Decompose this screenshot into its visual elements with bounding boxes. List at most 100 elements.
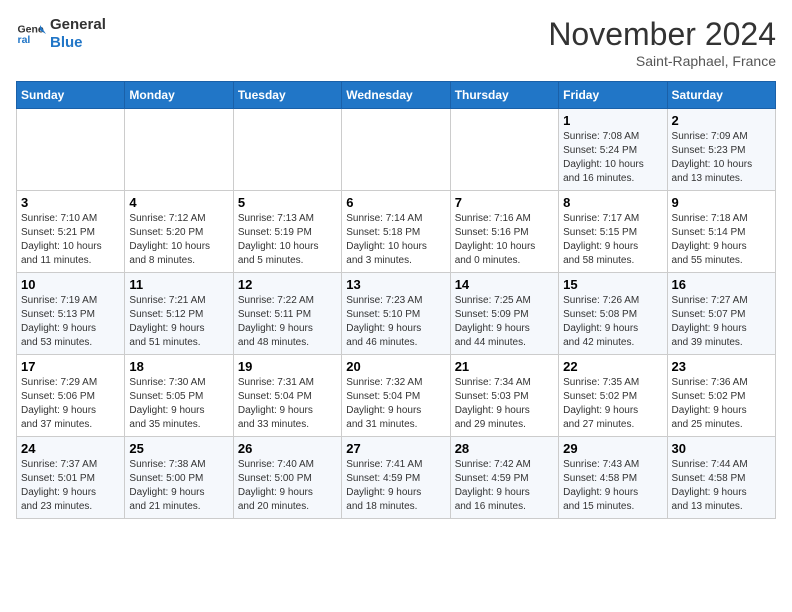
day-cell: 19 Sunrise: 7:31 AM Sunset: 5:04 PM Dayli… [233, 355, 341, 437]
day-info: Sunrise: 7:08 AM Sunset: 5:24 PM Dayligh… [563, 130, 662, 186]
day-info: Sunrise: 7:22 AM Sunset: 5:11 PM Dayligh… [238, 294, 337, 350]
day-cell: 30 Sunrise: 7:44 AM Sunset: 4:58 PM Dayli… [667, 437, 775, 519]
day-info: Sunrise: 7:19 AM Sunset: 5:13 PM Dayligh… [21, 294, 120, 350]
day-cell: 18 Sunrise: 7:30 AM Sunset: 5:05 PM Dayli… [125, 355, 233, 437]
day-number: 11 [129, 277, 228, 292]
week-row-2: 3Sunrise: 7:10 AM Sunset: 5:21 PM Daylig… [17, 191, 776, 273]
day-info: Sunrise: 7:38 AM Sunset: 5:00 PM Dayligh… [129, 458, 228, 514]
day-cell: 17 Sunrise: 7:29 AM Sunset: 5:06 PM Dayli… [17, 355, 125, 437]
day-cell: 5Sunrise: 7:13 AM Sunset: 5:19 PM Daylig… [233, 191, 341, 273]
day-cell: 21 Sunrise: 7:34 AM Sunset: 5:03 PM Dayli… [450, 355, 558, 437]
day-number: 4 [129, 195, 228, 210]
day-info: Sunrise: 7:40 AM Sunset: 5:00 PM Dayligh… [238, 458, 337, 514]
day-info: Sunrise: 7:44 AM Sunset: 4:58 PM Dayligh… [672, 458, 771, 514]
day-info: Sunrise: 7:16 AM Sunset: 5:16 PM Dayligh… [455, 212, 554, 268]
day-cell: 12 Sunrise: 7:22 AM Sunset: 5:11 PM Dayli… [233, 273, 341, 355]
day-cell [233, 109, 341, 191]
day-info: Sunrise: 7:18 AM Sunset: 5:14 PM Dayligh… [672, 212, 771, 268]
day-info: Sunrise: 7:26 AM Sunset: 5:08 PM Dayligh… [563, 294, 662, 350]
header-cell-friday: Friday [559, 82, 667, 109]
day-info: Sunrise: 7:34 AM Sunset: 5:03 PM Dayligh… [455, 376, 554, 432]
day-info: Sunrise: 7:25 AM Sunset: 5:09 PM Dayligh… [455, 294, 554, 350]
week-row-5: 24 Sunrise: 7:37 AM Sunset: 5:01 PM Dayli… [17, 437, 776, 519]
day-number: 7 [455, 195, 554, 210]
day-cell: 29Sunrise: 7:43 AM Sunset: 4:58 PM Dayli… [559, 437, 667, 519]
day-number: 17 [21, 359, 120, 374]
header-cell-wednesday: Wednesday [342, 82, 450, 109]
day-number: 22 [563, 359, 662, 374]
day-number: 26 [238, 441, 337, 456]
day-number: 3 [21, 195, 120, 210]
page-header: Gene ral General Blue November 2024 Sain… [16, 16, 776, 69]
day-cell: 22Sunrise: 7:35 AM Sunset: 5:02 PM Dayli… [559, 355, 667, 437]
header-cell-tuesday: Tuesday [233, 82, 341, 109]
week-row-3: 10 Sunrise: 7:19 AM Sunset: 5:13 PM Dayli… [17, 273, 776, 355]
day-cell: 8Sunrise: 7:17 AM Sunset: 5:15 PM Daylig… [559, 191, 667, 273]
day-cell: 28 Sunrise: 7:42 AM Sunset: 4:59 PM Dayli… [450, 437, 558, 519]
week-row-4: 17 Sunrise: 7:29 AM Sunset: 5:06 PM Dayli… [17, 355, 776, 437]
day-number: 25 [129, 441, 228, 456]
day-cell: 13Sunrise: 7:23 AM Sunset: 5:10 PM Dayli… [342, 273, 450, 355]
svg-text:ral: ral [18, 34, 31, 46]
header-cell-monday: Monday [125, 82, 233, 109]
day-cell [342, 109, 450, 191]
day-cell: 15 Sunrise: 7:26 AM Sunset: 5:08 PM Dayli… [559, 273, 667, 355]
title-area: November 2024 Saint-Raphael, France [548, 16, 776, 69]
day-cell: 20Sunrise: 7:32 AM Sunset: 5:04 PM Dayli… [342, 355, 450, 437]
day-number: 14 [455, 277, 554, 292]
day-info: Sunrise: 7:43 AM Sunset: 4:58 PM Dayligh… [563, 458, 662, 514]
day-number: 2 [672, 113, 771, 128]
day-info: Sunrise: 7:29 AM Sunset: 5:06 PM Dayligh… [21, 376, 120, 432]
logo: Gene ral General Blue [16, 16, 106, 52]
day-number: 21 [455, 359, 554, 374]
day-number: 10 [21, 277, 120, 292]
day-number: 9 [672, 195, 771, 210]
logo-text-blue: Blue [50, 34, 106, 52]
calendar-body: 1 Sunrise: 7:08 AM Sunset: 5:24 PM Daylig… [17, 109, 776, 519]
day-number: 19 [238, 359, 337, 374]
day-number: 23 [672, 359, 771, 374]
calendar-header: SundayMondayTuesdayWednesdayThursdayFrid… [17, 82, 776, 109]
month-title: November 2024 [548, 16, 776, 53]
day-cell: 23 Sunrise: 7:36 AM Sunset: 5:02 PM Dayli… [667, 355, 775, 437]
day-cell: 11 Sunrise: 7:21 AM Sunset: 5:12 PM Dayli… [125, 273, 233, 355]
day-number: 24 [21, 441, 120, 456]
day-cell [125, 109, 233, 191]
day-cell: 16Sunrise: 7:27 AM Sunset: 5:07 PM Dayli… [667, 273, 775, 355]
day-number: 6 [346, 195, 445, 210]
header-cell-thursday: Thursday [450, 82, 558, 109]
day-cell: 1 Sunrise: 7:08 AM Sunset: 5:24 PM Daylig… [559, 109, 667, 191]
day-number: 30 [672, 441, 771, 456]
day-cell: 4Sunrise: 7:12 AM Sunset: 5:20 PM Daylig… [125, 191, 233, 273]
day-number: 16 [672, 277, 771, 292]
day-number: 18 [129, 359, 228, 374]
header-cell-saturday: Saturday [667, 82, 775, 109]
day-cell: 6Sunrise: 7:14 AM Sunset: 5:18 PM Daylig… [342, 191, 450, 273]
day-cell: 24 Sunrise: 7:37 AM Sunset: 5:01 PM Dayli… [17, 437, 125, 519]
day-info: Sunrise: 7:09 AM Sunset: 5:23 PM Dayligh… [672, 130, 771, 186]
day-number: 1 [563, 113, 662, 128]
day-info: Sunrise: 7:31 AM Sunset: 5:04 PM Dayligh… [238, 376, 337, 432]
day-number: 28 [455, 441, 554, 456]
day-info: Sunrise: 7:32 AM Sunset: 5:04 PM Dayligh… [346, 376, 445, 432]
day-info: Sunrise: 7:37 AM Sunset: 5:01 PM Dayligh… [21, 458, 120, 514]
day-cell [17, 109, 125, 191]
day-number: 15 [563, 277, 662, 292]
header-cell-sunday: Sunday [17, 82, 125, 109]
day-info: Sunrise: 7:42 AM Sunset: 4:59 PM Dayligh… [455, 458, 554, 514]
day-number: 12 [238, 277, 337, 292]
day-cell: 14 Sunrise: 7:25 AM Sunset: 5:09 PM Dayli… [450, 273, 558, 355]
day-number: 27 [346, 441, 445, 456]
day-cell: 3Sunrise: 7:10 AM Sunset: 5:21 PM Daylig… [17, 191, 125, 273]
location-subtitle: Saint-Raphael, France [548, 53, 776, 69]
day-info: Sunrise: 7:13 AM Sunset: 5:19 PM Dayligh… [238, 212, 337, 268]
header-row: SundayMondayTuesdayWednesdayThursdayFrid… [17, 82, 776, 109]
day-info: Sunrise: 7:21 AM Sunset: 5:12 PM Dayligh… [129, 294, 228, 350]
day-cell: 27Sunrise: 7:41 AM Sunset: 4:59 PM Dayli… [342, 437, 450, 519]
week-row-1: 1 Sunrise: 7:08 AM Sunset: 5:24 PM Daylig… [17, 109, 776, 191]
day-cell: 10 Sunrise: 7:19 AM Sunset: 5:13 PM Dayli… [17, 273, 125, 355]
day-cell: 7 Sunrise: 7:16 AM Sunset: 5:16 PM Daylig… [450, 191, 558, 273]
day-info: Sunrise: 7:30 AM Sunset: 5:05 PM Dayligh… [129, 376, 228, 432]
day-info: Sunrise: 7:23 AM Sunset: 5:10 PM Dayligh… [346, 294, 445, 350]
day-info: Sunrise: 7:36 AM Sunset: 5:02 PM Dayligh… [672, 376, 771, 432]
